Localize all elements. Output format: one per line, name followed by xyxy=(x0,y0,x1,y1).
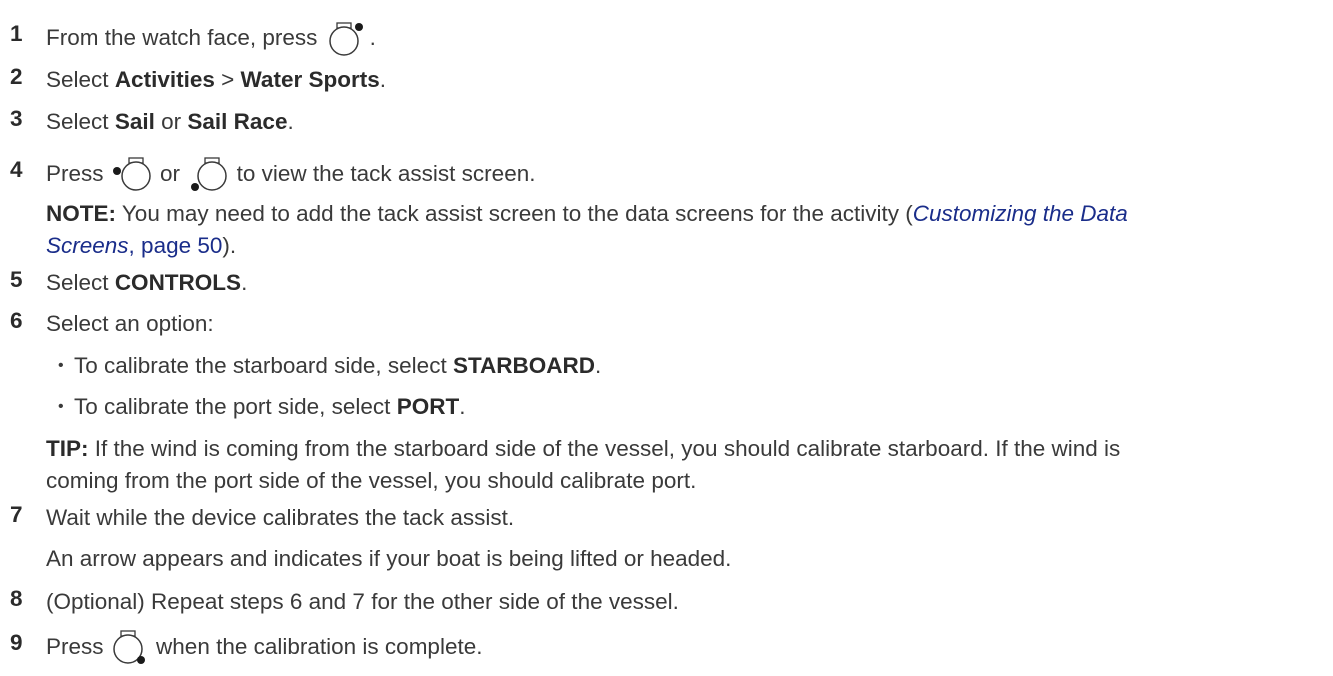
step-text-or: or xyxy=(160,160,181,186)
step-number: 7 xyxy=(10,502,23,527)
step-number: 8 xyxy=(10,586,23,611)
button-bottom-right-icon xyxy=(110,630,150,666)
step-text-end: to view the tack assist screen. xyxy=(236,160,536,186)
step-text: Press xyxy=(46,633,104,659)
note-block: NOTE: You may need to add the tack assis… xyxy=(46,198,1319,262)
tip-block: TIP: If the wind is coming from the star… xyxy=(46,433,1319,497)
menu-water-sports: Water Sports xyxy=(240,67,380,92)
punctuation: . xyxy=(595,353,602,378)
button-left-upper-icon xyxy=(110,157,154,193)
tip-text-line2: coming from the port side of the vessel,… xyxy=(46,468,697,493)
step-number: 3 xyxy=(10,106,23,131)
step-text: From the watch face, press xyxy=(46,24,318,50)
step-number: 4 xyxy=(10,157,23,182)
tip-text-line1: If the wind is coming from the starboard… xyxy=(94,436,1121,461)
step-number: 5 xyxy=(10,267,23,292)
punctuation: . xyxy=(241,270,248,295)
tip-label: TIP: xyxy=(46,436,89,461)
punctuation: . xyxy=(379,67,386,92)
option-text: To calibrate the port side, select xyxy=(74,394,391,419)
link-customizing-data-screens[interactable]: Customizing the Data xyxy=(913,201,1128,226)
step-text: Select xyxy=(46,109,109,134)
option-port-label: PORT xyxy=(396,394,460,419)
result-text: An arrow appears and indicates if your b… xyxy=(46,546,732,571)
step-text: (Optional) Repeat steps 6 and 7 for the … xyxy=(46,589,679,614)
link-customizing-data-screens-cont[interactable]: Screens, page 50 xyxy=(46,233,222,258)
link-page: , page 50 xyxy=(128,233,223,258)
step-number: 1 xyxy=(10,21,23,46)
step-text-end: . xyxy=(369,24,376,50)
step-text-or: or xyxy=(161,109,182,134)
step-text: Select xyxy=(46,67,109,92)
link-title-line1: Customizing the Data xyxy=(912,201,1128,226)
note-text: You may need to add the tack assist scre… xyxy=(121,201,913,226)
punctuation: . xyxy=(287,109,294,134)
step-text: Select an option: xyxy=(46,311,214,336)
step-text-end: when the calibration is complete. xyxy=(156,633,483,659)
menu-sail: Sail xyxy=(114,109,155,134)
option-text: To calibrate the starboard side, select xyxy=(74,353,447,378)
step-number: 9 xyxy=(10,630,23,655)
separator: > xyxy=(221,67,235,92)
step-number: 2 xyxy=(10,64,23,89)
bullet-icon: • xyxy=(58,357,64,374)
link-title-line2: Screens xyxy=(46,233,129,258)
menu-activities: Activities xyxy=(114,67,215,92)
note-label: NOTE: xyxy=(46,201,116,226)
punctuation: . xyxy=(459,394,466,419)
step-text: Select xyxy=(46,270,109,295)
button-top-right-icon xyxy=(326,21,370,57)
menu-controls: CONTROLS xyxy=(114,270,242,295)
note-text-end: ). xyxy=(222,233,237,258)
step-7-result: An arrow appears and indicates if your b… xyxy=(46,543,1319,575)
button-left-lower-icon xyxy=(186,157,230,193)
instruction-page: 1 From the watch face, press . 2 Select … xyxy=(0,0,1333,676)
option-starboard-label: STARBOARD xyxy=(452,353,596,378)
step-number: 6 xyxy=(10,308,23,333)
step-text: Wait while the device calibrates the tac… xyxy=(46,505,515,530)
menu-sail-race: Sail Race xyxy=(187,109,288,134)
bullet-icon: • xyxy=(58,398,64,415)
step-text: Press xyxy=(46,160,104,186)
